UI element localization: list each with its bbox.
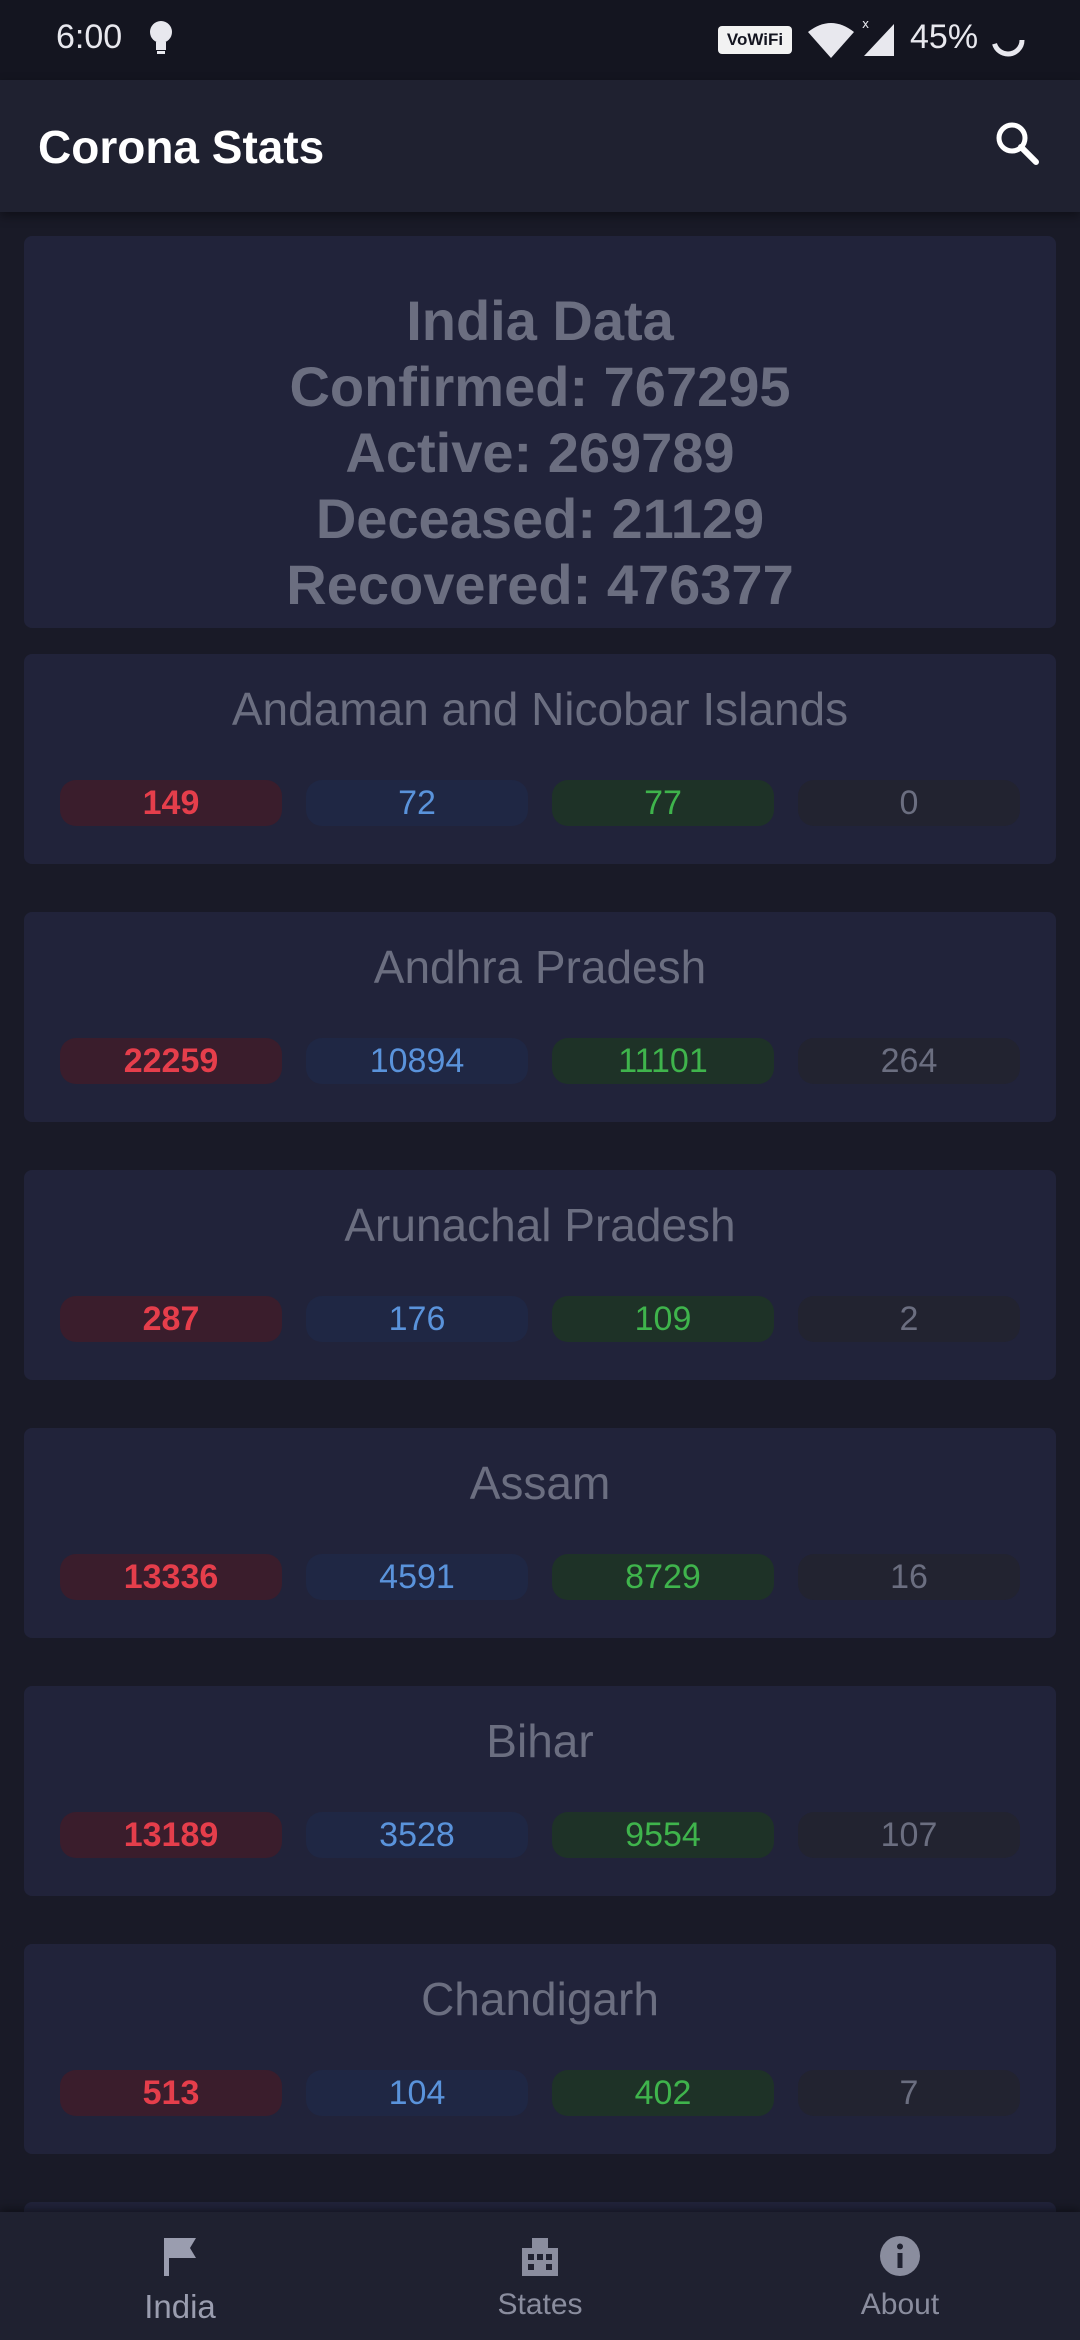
recovered-count: 402 <box>552 2070 774 2116</box>
deceased-count: 264 <box>798 1038 1020 1084</box>
deceased-count: 2 <box>798 1296 1020 1342</box>
app-bar: Corona Stats <box>0 80 1080 212</box>
deceased-count: 16 <box>798 1554 1020 1600</box>
state-name: Andhra Pradesh <box>373 941 707 993</box>
vowifi-badge: VoWiFi <box>718 26 792 54</box>
info-icon <box>880 2236 920 2276</box>
active-count: 10894 <box>306 1038 528 1084</box>
nav-states-label: States <box>497 2288 583 2321</box>
recovered-count: 109 <box>552 1296 774 1342</box>
active-count: 4591 <box>306 1554 528 1600</box>
recovered-count: 11101 <box>552 1038 774 1084</box>
active-count: 176 <box>306 1296 528 1342</box>
svg-text:x: x <box>862 18 869 31</box>
nav-india-label: India <box>144 2288 216 2325</box>
nav-india[interactable]: India <box>0 2212 360 2340</box>
state-name: Andaman and Nicobar Islands <box>231 683 849 735</box>
nav-about-label: About <box>860 2288 940 2321</box>
confirmed-count: 13189 <box>60 1812 282 1858</box>
search-icon[interactable] <box>990 116 1046 172</box>
status-bar: 6:00 VoWiFi x 45% <box>0 0 1080 80</box>
state-card[interactable]: Andhra Pradesh 22259 10894 11101 264 <box>24 912 1056 1122</box>
confirmed-count: 287 <box>60 1296 282 1342</box>
deceased-count: 107 <box>798 1812 1020 1858</box>
state-card[interactable]: Andaman and Nicobar Islands 149 72 77 0 <box>24 654 1056 864</box>
bottom-navigation: India States About <box>0 2212 1080 2340</box>
state-name: Bihar <box>486 1715 594 1767</box>
nav-states[interactable]: States <box>360 2212 720 2340</box>
status-time: 6:00 <box>56 18 123 56</box>
state-name: Chandigarh <box>421 1973 659 2025</box>
confirmed-count: 13336 <box>60 1554 282 1600</box>
state-card[interactable] <box>24 2202 1056 2212</box>
recovered-count: 8729 <box>552 1554 774 1600</box>
confirmed-count: 22259 <box>60 1038 282 1084</box>
active-count: 104 <box>306 2070 528 2116</box>
battery-percentage: 45% <box>910 18 979 56</box>
india-summary-card: India Data Confirmed: 767295 Active: 269… <box>24 236 1056 628</box>
summary-heading: India Data <box>406 289 674 352</box>
deceased-count: 7 <box>798 2070 1020 2116</box>
summary-deceased: Deceased: 21129 <box>315 487 765 550</box>
battery-icon <box>991 23 1025 57</box>
state-card[interactable]: Assam 13336 4591 8729 16 <box>24 1428 1056 1638</box>
nav-about[interactable]: About <box>720 2212 1080 2340</box>
confirmed-count: 513 <box>60 2070 282 2116</box>
state-card[interactable]: Bihar 13189 3528 9554 107 <box>24 1686 1056 1896</box>
confirmed-count: 149 <box>60 780 282 826</box>
wifi-icon <box>808 23 854 58</box>
state-card[interactable]: Arunachal Pradesh 287 176 109 2 <box>24 1170 1056 1380</box>
app-title: Corona Stats <box>38 121 325 173</box>
cell-signal-icon: x <box>862 18 894 56</box>
building-icon <box>522 2238 558 2276</box>
state-name: Assam <box>469 1457 611 1509</box>
state-name: Arunachal Pradesh <box>344 1199 736 1251</box>
active-count: 3528 <box>306 1812 528 1858</box>
recovered-count: 9554 <box>552 1812 774 1858</box>
deceased-count: 0 <box>798 780 1020 826</box>
summary-active: Active: 269789 <box>345 421 735 484</box>
flag-icon <box>164 2238 196 2276</box>
lightbulb-icon <box>150 21 172 54</box>
summary-confirmed: Confirmed: 767295 <box>289 355 791 418</box>
active-count: 72 <box>306 780 528 826</box>
recovered-count: 77 <box>552 780 774 826</box>
content-list[interactable]: India Data Confirmed: 767295 Active: 269… <box>0 212 1080 2212</box>
state-card[interactable]: Chandigarh 513 104 402 7 <box>24 1944 1056 2154</box>
summary-recovered: Recovered: 476377 <box>286 553 794 616</box>
